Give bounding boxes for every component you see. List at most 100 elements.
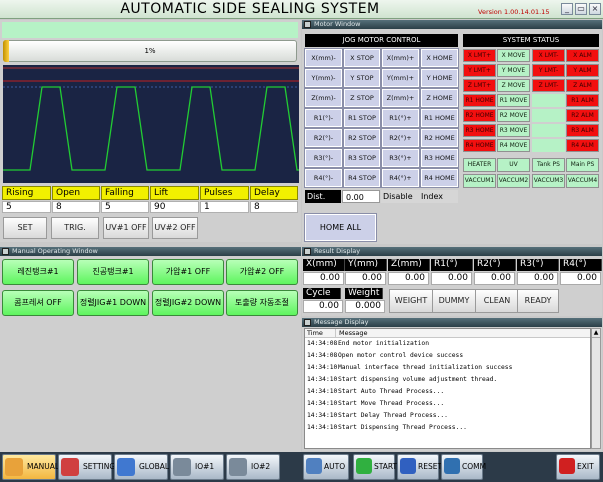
jog-button-3-1[interactable]: R1 STOP: [343, 108, 381, 128]
jog-button-4-2[interactable]: R2(°)+: [381, 128, 420, 148]
jog-button-4-1[interactable]: R2 STOP: [343, 128, 381, 148]
weight-button[interactable]: WEIGHT: [389, 289, 433, 313]
jog-button-2-1[interactable]: Z STOP: [343, 88, 381, 108]
close-icon[interactable]: ×: [589, 3, 601, 15]
manual-button-1-3[interactable]: 토출량 자동조절: [226, 290, 298, 316]
message-text: Manual interface thread initialization s…: [338, 364, 513, 371]
set-button[interactable]: SET: [3, 217, 47, 239]
jog-button-1-2[interactable]: Y(mm)+: [381, 68, 420, 88]
status-indicator-2-3: Z ALM: [566, 79, 599, 92]
manual-button-1-2[interactable]: 정렬JIG#2 DOWN: [152, 290, 224, 316]
jog-button-3-0[interactable]: R1(°)-: [304, 108, 343, 128]
jog-button-6-3[interactable]: R4 HOME: [420, 168, 459, 188]
disable-toggle[interactable]: Disable: [381, 190, 419, 203]
jog-button-0-0[interactable]: X(mm)-: [304, 48, 343, 68]
waveform-line: [3, 86, 299, 171]
io-indicator-1-0: VACCUM1: [463, 174, 496, 188]
jog-button-4-3[interactable]: R2 HOME: [420, 128, 459, 148]
cycle-value: 0.00: [303, 300, 343, 313]
jog-button-5-3[interactable]: R3 HOME: [420, 148, 459, 168]
auto-icon: [306, 458, 322, 474]
message-text: Open motor control device success: [338, 352, 464, 359]
toolbar-io2-button[interactable]: IO#2: [226, 454, 280, 480]
param-value-pulses[interactable]: 1: [200, 201, 249, 213]
trig-button[interactable]: TRIG.: [51, 217, 99, 239]
result-header-2: Z(mm): [388, 259, 430, 271]
jog-button-0-1[interactable]: X STOP: [343, 48, 381, 68]
message-time: 14:34:10: [307, 412, 338, 419]
index-toggle[interactable]: Index: [419, 190, 458, 203]
message-row: 14:34:08 End motor initialization: [305, 338, 590, 350]
jog-button-0-3[interactable]: X HOME: [420, 48, 459, 68]
jog-button-1-1[interactable]: Y STOP: [343, 68, 381, 88]
jog-button-2-0[interactable]: Z(mm)-: [304, 88, 343, 108]
manual-window-header: Manual Operating Window: [0, 247, 301, 256]
progress-label: 1%: [144, 47, 156, 55]
toolbar-global-button[interactable]: GLOBAL: [114, 454, 169, 480]
manual-button-1-1[interactable]: 정렬JIG#1 DOWN: [77, 290, 149, 316]
dist-field[interactable]: 0.00: [342, 190, 380, 203]
toolbar-manual-button[interactable]: MANUAL: [2, 454, 59, 480]
jog-button-3-3[interactable]: R1 HOME: [420, 108, 459, 128]
manual-button-0-1[interactable]: 진공탱크#1: [77, 259, 149, 285]
jog-button-2-2[interactable]: Z(mm)+: [381, 88, 420, 108]
manual-button-1-0[interactable]: 콤프레셔 OFF: [2, 290, 74, 316]
jog-button-1-0[interactable]: Y(mm)-: [304, 68, 343, 88]
toolbar-io1-button[interactable]: IO#1: [170, 454, 224, 480]
clean-button[interactable]: CLEAN: [475, 289, 519, 313]
dummy-button[interactable]: DUMMY: [432, 289, 476, 313]
toolbar-reset-button[interactable]: RESET: [397, 454, 443, 480]
jog-button-5-0[interactable]: R3(°)-: [304, 148, 343, 168]
status-indicator-0-1: X MOVE: [497, 49, 530, 62]
jog-title: JOG MOTOR CONTROL: [305, 34, 458, 47]
toolbar-exit-button[interactable]: EXIT: [556, 454, 600, 480]
message-scrollbar[interactable]: ▲: [591, 328, 601, 449]
jog-button-5-2[interactable]: R3(°)+: [381, 148, 420, 168]
toolbar-start-button[interactable]: START: [353, 454, 397, 480]
ready-button[interactable]: READY: [517, 289, 559, 313]
message-time: 14:34:10: [307, 376, 338, 383]
app-title: AUTOMATIC SIDE SEALING SYSTEM: [120, 1, 380, 17]
jog-button-0-2[interactable]: X(mm)+: [381, 48, 420, 68]
manual-button-0-0[interactable]: 레진탱크#1: [2, 259, 74, 285]
waveform-svg: [3, 67, 299, 171]
message-row: 14:34:10 Start Delay Thread Process...: [305, 410, 590, 422]
jog-button-1-3[interactable]: Y HOME: [420, 68, 459, 88]
scroll-up-icon[interactable]: ▲: [592, 329, 600, 338]
status-indicator-5-0: R3 HOME: [463, 124, 496, 137]
jog-button-6-1[interactable]: R4 STOP: [343, 168, 381, 188]
status-indicator-3-1: R1 MOVE: [497, 94, 530, 107]
param-value-falling[interactable]: 5: [101, 201, 149, 213]
restore-icon[interactable]: ▭: [575, 3, 587, 15]
message-time: 14:34:10: [307, 400, 338, 407]
param-value-open[interactable]: 8: [52, 201, 100, 213]
toolbar-auto-button[interactable]: AUTO: [303, 454, 349, 480]
manual-icon: [5, 458, 23, 476]
jog-button-6-2[interactable]: R4(°)+: [381, 168, 420, 188]
param-value-delay[interactable]: 8: [250, 201, 298, 213]
result-header-4: R2(°): [474, 259, 516, 271]
manual-button-0-3[interactable]: 가압#2 OFF: [226, 259, 298, 285]
status-indicator-1-0: Y LMT+: [463, 64, 496, 77]
uv2-off-button[interactable]: UV#2 OFF: [152, 217, 198, 239]
jog-button-4-0[interactable]: R2(°)-: [304, 128, 343, 148]
jog-button-2-3[interactable]: Z HOME: [420, 88, 459, 108]
toolbar-label: EXIT: [577, 462, 594, 471]
jog-button-3-2[interactable]: R1(°)+: [381, 108, 420, 128]
jog-button-5-1[interactable]: R3 STOP: [343, 148, 381, 168]
manual-button-0-2[interactable]: 가압#1 OFF: [152, 259, 224, 285]
uv1-off-button[interactable]: UV#1 OFF: [103, 217, 149, 239]
message-list: Time Message 14:34:08 End motor initializ…: [304, 328, 591, 449]
message-text: Start Delay Thread Process...: [338, 412, 448, 419]
toolbar-comm-button[interactable]: COMM: [441, 454, 486, 480]
io-indicator-1-1: VACCUM2: [497, 174, 530, 188]
status-indicator-3-3: R1 ALM: [566, 94, 599, 107]
toolbar-setting-button[interactable]: SETTING: [58, 454, 115, 480]
param-value-lift[interactable]: 90: [150, 201, 199, 213]
minimize-icon[interactable]: _: [561, 3, 573, 15]
jog-button-6-0[interactable]: R4(°)-: [304, 168, 343, 188]
status-indicator-0-0: X LMT+: [463, 49, 496, 62]
param-value-rising[interactable]: 5: [2, 201, 51, 213]
toolbar-label: RESET: [418, 462, 443, 471]
home-all-button[interactable]: HOME ALL: [304, 213, 377, 242]
